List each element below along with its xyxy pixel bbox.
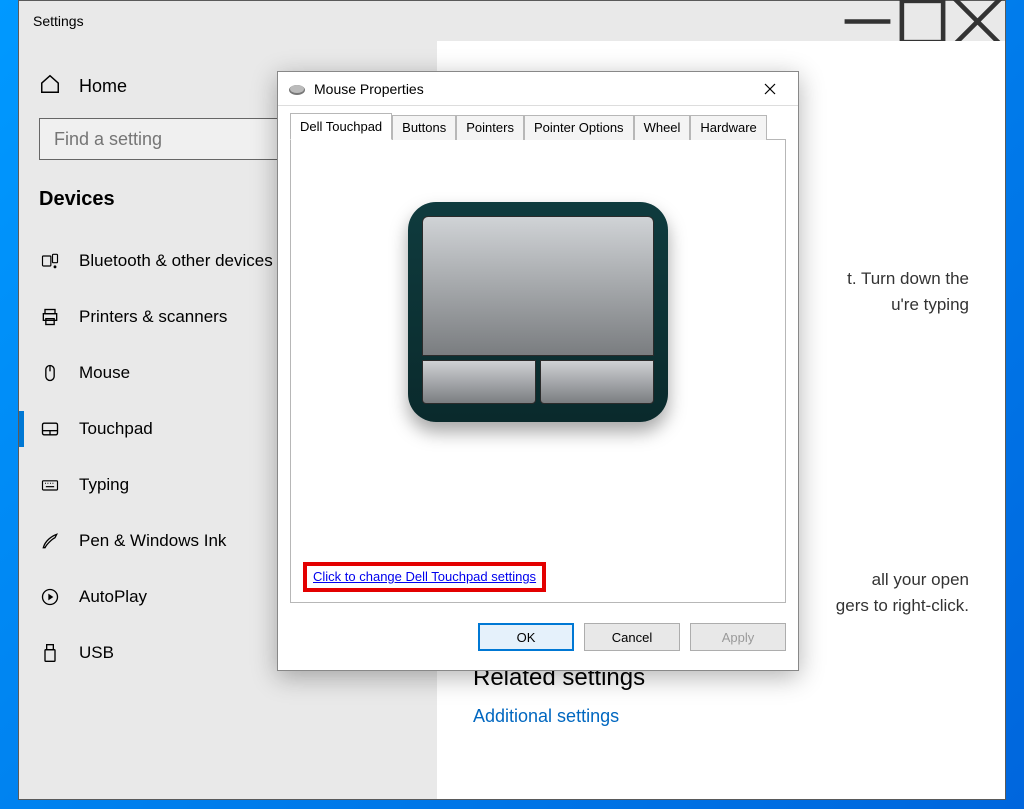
additional-settings-link[interactable]: Additional settings <box>473 706 969 727</box>
mouse-icon <box>39 363 61 383</box>
minimize-button[interactable] <box>840 1 895 41</box>
dialog-close-button[interactable] <box>750 75 790 103</box>
apply-button: Apply <box>690 623 786 651</box>
sidebar-item-label: Pen & Windows Ink <box>79 531 226 551</box>
mouse-glyph-icon <box>288 83 306 95</box>
sidebar-item-label: AutoPlay <box>79 587 147 607</box>
titlebar: Settings <box>19 1 1005 41</box>
touchpad-left-button <box>422 360 536 404</box>
tab-buttons[interactable]: Buttons <box>392 115 456 140</box>
pen-icon <box>39 531 61 551</box>
sidebar-item-label: Mouse <box>79 363 130 383</box>
tab-dell-touchpad[interactable]: Dell Touchpad <box>290 113 392 140</box>
close-icon <box>764 83 776 95</box>
ok-button[interactable]: OK <box>478 623 574 651</box>
sidebar-item-label: Bluetooth & other devices <box>79 251 273 271</box>
tab-pointers[interactable]: Pointers <box>456 115 524 140</box>
touchpad-icon <box>39 419 61 439</box>
highlight-annotation: Click to change Dell Touchpad settings <box>303 562 546 592</box>
touchpad-right-button <box>540 360 654 404</box>
change-touchpad-settings-link[interactable]: Click to change Dell Touchpad settings <box>313 569 536 584</box>
sidebar-item-label: USB <box>79 643 114 663</box>
tab-wheel[interactable]: Wheel <box>634 115 691 140</box>
tab-hardware[interactable]: Hardware <box>690 115 766 140</box>
sidebar-item-label: Printers & scanners <box>79 307 227 327</box>
dialog-title: Mouse Properties <box>314 81 424 97</box>
window-title: Settings <box>33 13 84 29</box>
sidebar-item-label: Typing <box>79 475 129 495</box>
close-button[interactable] <box>950 1 1005 41</box>
dialog-titlebar: Mouse Properties <box>278 72 798 106</box>
keyboard-icon <box>39 475 61 495</box>
touchpad-buttons-row <box>422 360 654 404</box>
tabstrip: Dell Touchpad Buttons Pointers Pointer O… <box>290 114 786 140</box>
cancel-button[interactable]: Cancel <box>584 623 680 651</box>
dialog-button-row: OK Cancel Apply <box>278 615 798 663</box>
window-controls <box>840 1 1005 41</box>
maximize-button[interactable] <box>895 1 950 41</box>
mouse-properties-dialog: Mouse Properties Dell Touchpad Buttons P… <box>277 71 799 671</box>
usb-icon <box>39 643 61 663</box>
tab-pointer-options[interactable]: Pointer Options <box>524 115 634 140</box>
home-icon <box>39 73 61 100</box>
home-label: Home <box>79 76 127 97</box>
dialog-body: Dell Touchpad Buttons Pointers Pointer O… <box>278 106 798 615</box>
touchpad-device-graphic <box>408 202 668 422</box>
bluetooth-devices-icon <box>39 251 61 271</box>
autoplay-icon <box>39 587 61 607</box>
sidebar-item-label: Touchpad <box>79 419 153 439</box>
touchpad-illustration <box>305 202 771 422</box>
printer-icon <box>39 307 61 327</box>
touchpad-surface <box>422 216 654 356</box>
tab-panel: Click to change Dell Touchpad settings <box>290 140 786 603</box>
